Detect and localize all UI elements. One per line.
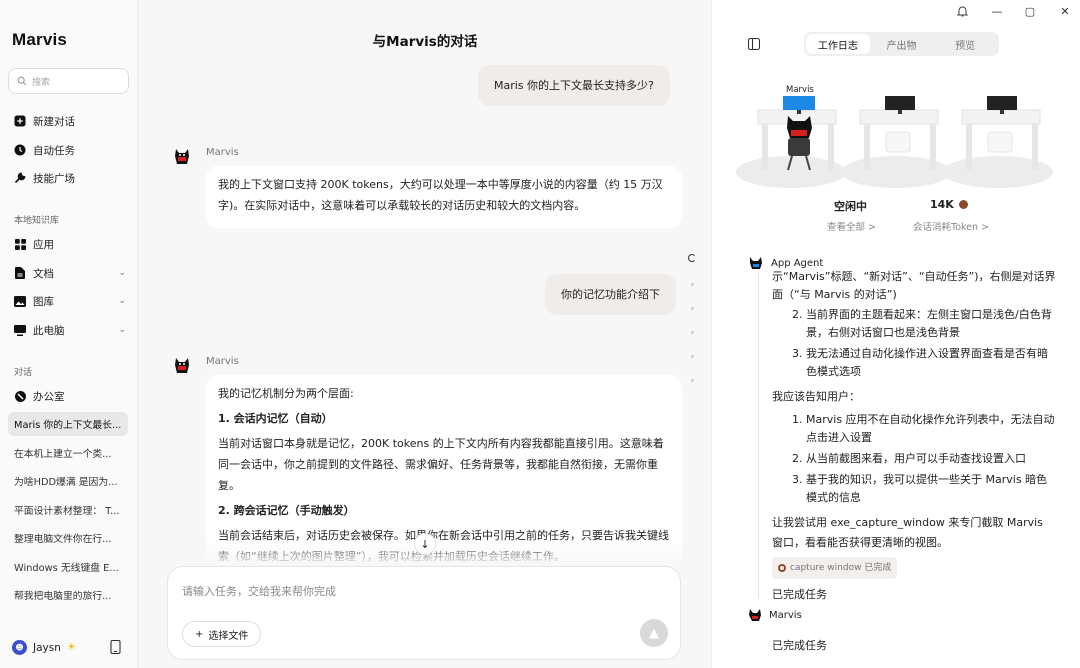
agent-name: Marvis [206,147,239,158]
kb-gallery[interactable]: 图库 ⌄ [14,291,126,311]
office-button[interactable]: 办公室 [14,386,126,406]
arrow-down-icon: ↓ [420,537,430,551]
log-list-item: 从当前截图来看，用户可以手动查找设置入口 [806,450,1057,468]
kb-apps[interactable]: 应用 [14,234,126,254]
skill-square-button[interactable]: 技能广场 [14,168,126,188]
search-icon [17,76,27,86]
avatar: ☻ [12,640,27,655]
app-logo: Marvis [12,30,68,49]
token-usage-link[interactable]: 会话消耗Token > [913,219,989,233]
marvis-avatar-icon [175,358,189,373]
marvis-avatar-icon [175,149,189,164]
plus-icon: + [195,628,204,640]
sidebar: Marvis 搜索 新建对话 自动任务 技能广场 本地知识库 应用 文档 ⌄ 图… [0,0,138,668]
username: Jaysn [33,641,61,654]
status-text: 空闲中 [834,200,867,213]
tab-preview[interactable]: 预览 [933,34,997,54]
work-log: 示“Marvis”标题、“新对话”、“自动任务”)，右侧是对话界面（“与 Mar… [772,268,1057,605]
office-scene-illustration [736,96,1053,188]
agent-name: Marvis [206,356,239,367]
log-text: 让我尝试用 exe_capture_window 来专门截取 Marvis 窗口… [772,516,1043,549]
image-icon [14,295,26,307]
chat-area: 与Marvis的对话 Maris 你的上下文最长支持多少? Marvis 我的上… [139,0,711,668]
user-message: 你的记忆功能介绍下 [545,274,676,315]
status-dot-icon [778,564,786,572]
document-icon [14,267,26,279]
conversation-item[interactable]: 在本机上建立一个类... [8,441,128,465]
conversation-item[interactable]: 帮我把电脑里的旅行... [8,583,128,607]
arrow-up-icon: ▲ [649,625,659,641]
agent-message: 我的记忆机制分为两个层面: 1. 会话内记忆（自动） 当前对话窗口本身就是记忆，… [206,375,682,565]
office-icon [14,390,26,402]
kb-documents[interactable]: 文档 ⌄ [14,263,126,283]
scroll-indicator[interactable] [688,254,696,403]
tool-call-badge[interactable]: capture window 已完成 [772,557,898,579]
new-chat-button[interactable]: 新建对话 [14,111,126,131]
message-input[interactable]: 请输入任务，交给我来帮你完成 [182,583,336,599]
plus-square-icon [14,115,26,127]
conversation-item[interactable]: Maris 你的上下文最长... [8,412,128,436]
marvis-avatar-icon [749,609,761,621]
chevron-down-icon[interactable]: ⌄ [118,268,126,278]
close-button[interactable]: ✕ [1055,5,1075,18]
done-text: 已完成任务 [772,639,827,652]
message-composer[interactable]: 请输入任务，交给我来帮你完成 + 选择文件 ▲ [167,566,681,660]
conversations-label: 对话 [14,368,33,378]
conversation-item[interactable]: Windows 无线键盘 E... [8,555,128,579]
app-window: Marvis 搜索 新建对话 自动任务 技能广场 本地知识库 应用 文档 ⌄ 图… [0,0,1080,668]
phone-icon[interactable] [110,640,121,654]
minimize-button[interactable]: — [987,5,1007,18]
bell-icon[interactable] [952,5,972,20]
search-input[interactable]: 搜索 [8,68,129,94]
agent-desk-label: Marvis [786,85,814,95]
sun-icon: ☀ [66,642,76,653]
clock-icon [14,144,26,156]
log-list-item: Marvis 应用不在自动化操作允许列表中，无法自动点击进入设置 [806,411,1057,447]
chevron-down-icon[interactable]: ⌄ [118,325,126,335]
done-text: 已完成任务 [772,588,827,601]
agent-message: 我的上下文窗口支持 200K tokens，大约可以处理一本中等厚度小说的内容量… [206,166,682,228]
conversation-item[interactable]: 为啥HDD爆满 是因为... [8,469,128,493]
kb-this-pc[interactable]: 此电脑 ⌄ [14,320,126,340]
view-all-link[interactable]: 查看全部 > [827,219,876,233]
tab-outputs[interactable]: 产出物 [870,34,934,54]
app-agent-icon [750,257,762,269]
log-list-item: 我无法通过自动化操作进入设置界面查看是否有暗色模式选项 [806,345,1057,381]
coffee-bean-icon [958,200,968,209]
log-text: 我应该告知用户： [772,390,860,403]
conversation-item[interactable]: 平面设计素材整理： T... [8,498,128,522]
grid-icon [14,238,26,250]
scroll-down-button[interactable]: ↓ [414,533,436,555]
conversation-item[interactable]: 整理电脑文件你在行... [8,526,128,550]
user-profile[interactable]: ☻ Jaysn ☀ [12,640,76,655]
log-list-item: 基于我的知识，我可以提供一些关于 Marvis 暗色模式的信息 [806,471,1057,507]
panel-tabs: 工作日志 产出物 预览 [804,32,999,56]
send-button[interactable]: ▲ [640,619,668,647]
maximize-button[interactable]: ▢ [1020,5,1040,18]
tab-work-log[interactable]: 工作日志 [806,34,870,54]
select-file-button[interactable]: + 选择文件 [182,621,262,647]
log-entry-header: Marvis [748,608,802,622]
auto-task-button[interactable]: 自动任务 [14,140,126,160]
user-message: Maris 你的上下文最长支持多少? [478,65,670,106]
log-list-item: 当前界面的主题看起来：左侧主窗口是浅色/白色背景，右侧对话窗口也是浅色背景 [806,306,1057,342]
chevron-down-icon[interactable]: ⌄ [118,296,126,306]
page-title: 与Marvis的对话 [372,34,478,50]
log-text: 示“Marvis”标题、“新对话”、“自动任务”)，右侧是对话界面（“与 Mar… [772,270,1056,301]
work-panel: — ▢ ✕ 工作日志 产出物 预览 Marvis 空闲中 查看全部 > 14K … [711,0,1080,668]
loading-icon [688,254,696,262]
token-count: 14K [930,198,968,211]
sidebar-toggle-icon[interactable] [748,38,760,50]
monitor-icon [14,324,26,336]
scroll-fade [205,540,681,566]
knowledge-base-label: 本地知识库 [14,216,60,226]
wrench-icon [14,172,26,184]
timeline-line [758,272,759,598]
